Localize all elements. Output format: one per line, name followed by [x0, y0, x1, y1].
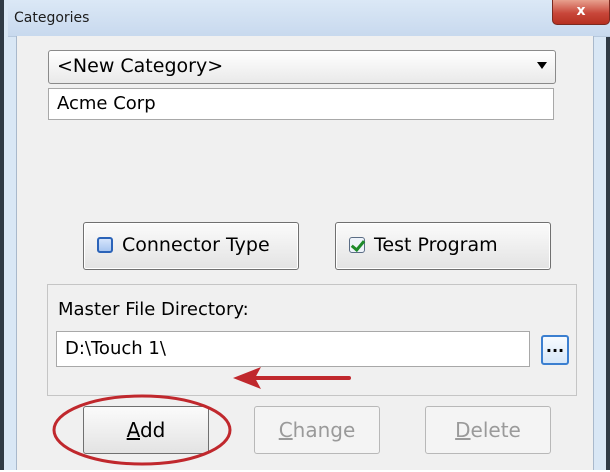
master-file-label: Master File Directory: [58, 299, 249, 320]
title-bar[interactable]: Categories x [8, 0, 610, 37]
close-button[interactable]: x [552, 0, 610, 25]
window-title: Categories [14, 10, 90, 26]
checkbox-unchecked-icon[interactable] [97, 237, 113, 253]
chevron-down-icon[interactable] [537, 62, 547, 69]
dialog-body: <New Category> Acme Corp Connector Type … [16, 36, 594, 470]
change-button-label: hange [292, 418, 356, 442]
category-dropdown[interactable]: <New Category> [48, 50, 556, 84]
change-button-mnemonic: C [278, 418, 293, 442]
close-icon: x [576, 3, 586, 19]
test-program-label: Test Program [374, 234, 498, 256]
category-name-input[interactable]: Acme Corp [48, 88, 554, 120]
annotation-arrow-icon [233, 367, 351, 389]
delete-button-mnemonic: D [455, 418, 471, 442]
master-file-directory-input[interactable]: D:\Touch 1\ [56, 331, 530, 367]
change-button[interactable]: Change [254, 406, 380, 454]
annotation-ellipse-icon [52, 394, 232, 466]
delete-button[interactable]: Delete [425, 406, 551, 454]
connector-type-toggle[interactable]: Connector Type [83, 222, 299, 270]
checkbox-checked-icon[interactable] [349, 237, 365, 253]
browse-button[interactable]: ... [541, 335, 569, 365]
test-program-toggle[interactable]: Test Program [335, 222, 551, 270]
category-dropdown-value: <New Category> [57, 55, 224, 77]
connector-type-label: Connector Type [122, 234, 270, 256]
delete-button-label: elete [470, 418, 521, 442]
